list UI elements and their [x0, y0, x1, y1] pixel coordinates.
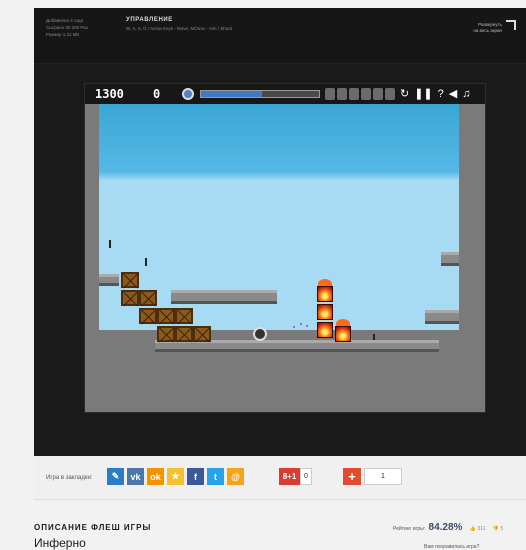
score-value: 1300: [95, 87, 124, 101]
add-button[interactable]: +: [343, 468, 361, 485]
player-icon: [182, 88, 194, 100]
crate: [121, 272, 139, 288]
game-info-bar: Добавлена 4 года Сыграно 30 300 Раз Разм…: [34, 8, 526, 64]
restart-icon[interactable]: ↻: [400, 88, 409, 100]
weapon-slot-icon[interactable]: [373, 88, 383, 100]
game-hud: 1300 0 ↻ ❚❚ ? ◀ ♫: [85, 84, 485, 104]
rating-label: Рейтинг игры:: [393, 526, 426, 532]
left-ledge: [99, 274, 119, 286]
debris: [373, 334, 375, 340]
middle-platform: [171, 290, 277, 304]
crate: [139, 308, 157, 324]
like-count[interactable]: 👍 311: [470, 526, 486, 532]
rating-question: Вам понравилась игра?: [424, 544, 480, 550]
controls-info: УПРАВЛЕНИЕ W, A, S, D / Arrow Keys - Mov…: [126, 17, 232, 31]
fullscreen-button[interactable]: Развернуть на весь экран: [473, 20, 516, 34]
bookmark-icon[interactable]: ✎: [107, 468, 124, 485]
gplus-count: 0: [300, 468, 312, 485]
second-counter: 0: [153, 87, 161, 101]
fullscreen-label-2: на весь экран: [473, 28, 502, 33]
game-frame[interactable]: 1300 0 ↻ ❚❚ ? ◀ ♫: [84, 83, 486, 413]
debris: [145, 258, 147, 266]
share-label: Игра в закладки:: [46, 475, 93, 481]
gplus-icon: 8+1: [279, 468, 300, 485]
weapon-slot-icon[interactable]: [349, 88, 359, 100]
crate: [157, 308, 175, 324]
help-icon[interactable]: ?: [438, 88, 444, 100]
right-upper-ledge: [441, 252, 459, 266]
fire-block: [317, 304, 333, 320]
debris: [109, 240, 111, 248]
spark: [300, 323, 302, 325]
gplus-button[interactable]: 8+1 0: [279, 468, 312, 485]
weapon-slots: ↻ ❚❚ ? ◀ ♫: [325, 86, 471, 102]
dislikes: 5: [500, 526, 504, 532]
game-scene[interactable]: [85, 104, 485, 412]
weapon-slot-icon[interactable]: [325, 88, 335, 100]
mailru-icon[interactable]: @: [227, 468, 244, 485]
fire-block: [335, 326, 351, 342]
odnoklassniki-icon[interactable]: ok: [147, 468, 164, 485]
star-icon[interactable]: ★: [167, 468, 184, 485]
dislike-count[interactable]: 👎 5: [493, 526, 503, 532]
meta-plays: Сыграно 30 300 Раз: [46, 25, 88, 30]
player-character: [253, 327, 267, 341]
sound-icon[interactable]: ◀: [449, 88, 457, 100]
crate: [175, 326, 193, 342]
fire-block: [317, 286, 333, 302]
weapon-slot-icon[interactable]: [337, 88, 347, 100]
health-bar: [200, 90, 320, 98]
vk-icon[interactable]: vk: [127, 468, 144, 485]
controls-text: W, A, S, D / Arrow Keys - Move, MOuse - …: [126, 26, 233, 31]
crate: [193, 326, 211, 342]
crate: [139, 290, 157, 306]
pause-icon[interactable]: ❚❚: [414, 88, 432, 100]
meta-size: Размер 1,31 Mb: [46, 32, 79, 37]
add-count: 1: [364, 468, 402, 485]
crate: [121, 290, 139, 306]
music-icon[interactable]: ♫: [462, 88, 470, 100]
game-name: Инферно: [34, 536, 86, 550]
spark: [306, 325, 308, 327]
health-bar-fill: [201, 91, 263, 97]
controls-title: УПРАВЛЕНИЕ: [126, 17, 173, 23]
description-title: ОПИСАНИЕ ФЛЕШ ИГРЫ: [34, 523, 152, 532]
crate: [175, 308, 193, 324]
weapon-slot-icon[interactable]: [361, 88, 371, 100]
rating: Рейтинг игры: 84.28% 👍 311 👎 5: [393, 522, 503, 533]
fire-block: [317, 322, 333, 338]
expand-icon: [506, 20, 516, 30]
meta-added: Добавлена 4 года: [46, 18, 84, 23]
weapon-slot-icon[interactable]: [385, 88, 395, 100]
game-meta: Добавлена 4 года Сыграно 30 300 Раз Разм…: [46, 17, 88, 38]
crate: [157, 326, 175, 342]
right-step-ledge: [425, 310, 459, 324]
game-panel: Добавлена 4 года Сыграно 30 300 Раз Разм…: [34, 8, 526, 456]
rating-value: 84.28%: [428, 522, 463, 533]
likes: 311: [477, 526, 486, 532]
spark: [293, 326, 295, 328]
share-buttons: ✎ vk ok ★ f t @: [107, 468, 244, 485]
share-bar: Игра в закладки: ✎ vk ok ★ f t @ 8+1 0 + 1: [34, 456, 526, 500]
twitter-icon[interactable]: t: [207, 468, 224, 485]
facebook-icon[interactable]: f: [187, 468, 204, 485]
